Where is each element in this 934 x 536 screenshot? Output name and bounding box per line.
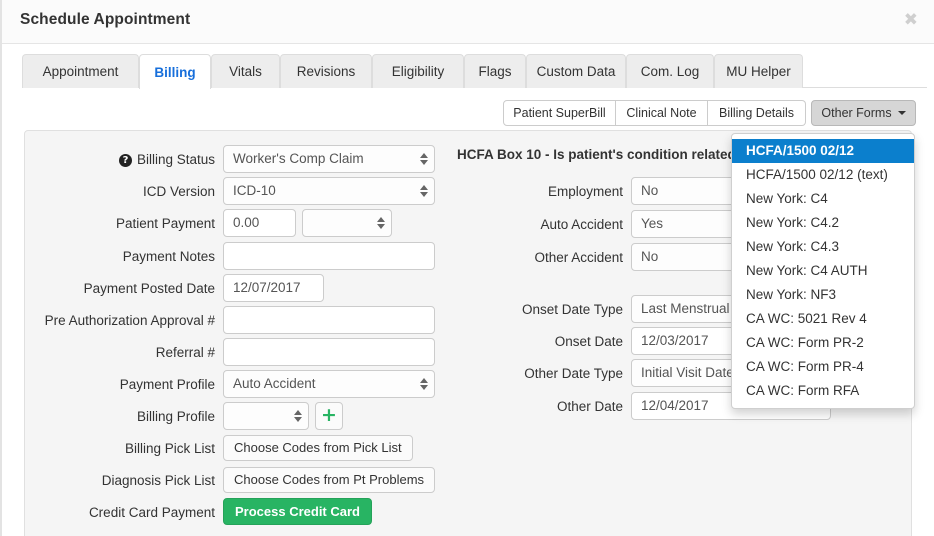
payment-posted-date-label: Payment Posted Date bbox=[83, 281, 215, 296]
dropdown-item-cawc-form-pr4[interactable]: CA WC: Form PR-4 bbox=[732, 355, 914, 379]
field-billing-status: ? Billing Status Worker's Comp Claim bbox=[25, 145, 455, 175]
form-action-buttons: Patient SuperBill Clinical Note Billing … bbox=[2, 100, 934, 126]
onset-date-label: Onset Date bbox=[554, 334, 623, 349]
other-forms-dropdown-button[interactable]: Other Forms bbox=[811, 100, 916, 126]
patient-payment-input[interactable]: 0.00 bbox=[223, 209, 296, 237]
tab-eligibility[interactable]: Eligibility bbox=[372, 54, 464, 88]
field-credit-card-payment: Credit Card Payment Process Credit Card bbox=[25, 498, 455, 528]
pre-auth-approval-label: Pre Authorization Approval # bbox=[44, 313, 215, 328]
icd-version-select[interactable]: ICD-10 bbox=[223, 177, 435, 205]
dropdown-item-ny-c4-3[interactable]: New York: C4.3 bbox=[732, 235, 914, 259]
field-pre-auth-approval: Pre Authorization Approval # bbox=[25, 306, 455, 336]
field-referral: Referral # bbox=[25, 338, 455, 368]
tab-bar: Appointment Billing Vitals Revisions Eli… bbox=[22, 54, 927, 89]
referral-input[interactable] bbox=[223, 338, 435, 366]
payment-profile-label: Payment Profile bbox=[119, 377, 215, 392]
billing-pick-list-label: Billing Pick List bbox=[124, 441, 215, 456]
billing-status-select[interactable]: Worker's Comp Claim bbox=[223, 145, 435, 173]
tab-revisions[interactable]: Revisions bbox=[280, 54, 372, 88]
field-billing-profile: Billing Profile + bbox=[25, 402, 455, 432]
select-arrows-icon bbox=[377, 216, 385, 230]
dropdown-item-ny-nf3[interactable]: New York: NF3 bbox=[732, 283, 914, 307]
diagnosis-pick-list-label: Diagnosis Pick List bbox=[101, 473, 215, 488]
dropdown-item-hcfa-1500[interactable]: HCFA/1500 02/12 bbox=[732, 139, 914, 163]
billing-status-label: Billing Status bbox=[136, 152, 215, 167]
auto-accident-label: Auto Accident bbox=[540, 217, 623, 232]
other-accident-value: No bbox=[641, 249, 659, 264]
select-arrows-icon bbox=[294, 409, 302, 423]
other-accident-label: Other Accident bbox=[534, 250, 623, 265]
tab-flags[interactable]: Flags bbox=[464, 54, 526, 88]
dropdown-item-ny-c4-auth[interactable]: New York: C4 AUTH bbox=[732, 259, 914, 283]
schedule-appointment-modal: Schedule Appointment ✖ Appointment Billi… bbox=[0, 0, 934, 536]
payment-profile-value: Auto Accident bbox=[233, 376, 316, 391]
pre-auth-approval-input[interactable] bbox=[223, 306, 435, 334]
dropdown-item-cawc-5021-rev4[interactable]: CA WC: 5021 Rev 4 bbox=[732, 307, 914, 331]
field-patient-payment: Patient Payment 0.00 bbox=[25, 209, 455, 239]
tab-com-log[interactable]: Com. Log bbox=[626, 54, 714, 88]
auto-accident-value: Yes bbox=[641, 216, 664, 231]
tab-mu-helper[interactable]: MU Helper bbox=[714, 54, 803, 88]
select-arrows-icon bbox=[420, 184, 428, 198]
field-payment-notes: Payment Notes bbox=[25, 242, 455, 272]
field-payment-posted-date: Payment Posted Date 12/07/2017 bbox=[25, 274, 455, 304]
icd-version-value: ICD-10 bbox=[233, 183, 276, 198]
patient-payment-label: Patient Payment bbox=[115, 216, 215, 231]
payment-profile-select[interactable]: Auto Accident bbox=[223, 370, 435, 398]
icd-version-label: ICD Version bbox=[142, 184, 215, 199]
field-payment-profile: Payment Profile Auto Accident bbox=[25, 370, 455, 400]
onset-date-type-label: Onset Date Type bbox=[521, 302, 623, 317]
choose-codes-pt-problems-button[interactable]: Choose Codes from Pt Problems bbox=[223, 467, 436, 493]
billing-profile-label: Billing Profile bbox=[136, 409, 215, 424]
dropdown-item-ny-c4-2[interactable]: New York: C4.2 bbox=[732, 211, 914, 235]
choose-codes-pick-list-button[interactable]: Choose Codes from Pick List bbox=[223, 435, 413, 461]
clinical-note-button[interactable]: Clinical Note bbox=[616, 100, 708, 126]
tab-vitals[interactable]: Vitals bbox=[211, 54, 280, 88]
credit-card-payment-label: Credit Card Payment bbox=[88, 505, 215, 520]
dropdown-item-cawc-form-rfa[interactable]: CA WC: Form RFA bbox=[732, 379, 914, 403]
field-icd-version: ICD Version ICD-10 bbox=[25, 177, 455, 207]
dropdown-item-cawc-form-pr2[interactable]: CA WC: Form PR-2 bbox=[732, 331, 914, 355]
other-date-type-value: Initial Visit Date bbox=[641, 365, 734, 380]
close-icon[interactable]: ✖ bbox=[900, 10, 922, 31]
select-arrows-icon bbox=[420, 152, 428, 166]
referral-label: Referral # bbox=[155, 345, 215, 360]
other-forms-label: Other Forms bbox=[821, 106, 892, 120]
other-forms-dropdown-menu[interactable]: HCFA/1500 02/12 HCFA/1500 02/12 (text) N… bbox=[731, 133, 915, 409]
patient-superbill-button[interactable]: Patient SuperBill bbox=[503, 100, 616, 126]
field-billing-pick-list: Billing Pick List Choose Codes from Pick… bbox=[25, 434, 455, 464]
add-billing-profile-button[interactable]: + bbox=[315, 402, 343, 430]
dropdown-item-ny-c4[interactable]: New York: C4 bbox=[732, 187, 914, 211]
other-date-type-label: Other Date Type bbox=[524, 366, 623, 381]
patient-payment-method-select[interactable] bbox=[302, 209, 392, 237]
employment-label: Employment bbox=[547, 184, 623, 199]
tab-custom-data[interactable]: Custom Data bbox=[526, 54, 626, 88]
billing-details-button[interactable]: Billing Details bbox=[708, 100, 806, 126]
tab-billing[interactable]: Billing bbox=[139, 54, 211, 89]
payment-notes-label: Payment Notes bbox=[122, 249, 215, 264]
billing-profile-select[interactable] bbox=[223, 402, 309, 430]
billing-status-value: Worker's Comp Claim bbox=[233, 151, 364, 166]
payment-posted-date-input[interactable]: 12/07/2017 bbox=[223, 274, 324, 302]
process-credit-card-button[interactable]: Process Credit Card bbox=[223, 498, 372, 525]
select-arrows-icon bbox=[420, 377, 428, 391]
tab-appointment[interactable]: Appointment bbox=[22, 54, 139, 88]
employment-value: No bbox=[641, 183, 659, 198]
field-diagnosis-pick-list: Diagnosis Pick List Choose Codes from Pt… bbox=[25, 466, 455, 496]
other-date-label: Other Date bbox=[556, 399, 623, 414]
modal-header: Schedule Appointment ✖ bbox=[2, 0, 934, 44]
dropdown-item-hcfa-1500-text[interactable]: HCFA/1500 02/12 (text) bbox=[732, 163, 914, 187]
payment-notes-input[interactable] bbox=[223, 242, 435, 270]
hcfa-box10-section-title: HCFA Box 10 - Is patient's condition rel… bbox=[457, 147, 757, 162]
chevron-down-icon bbox=[897, 111, 906, 115]
page-title: Schedule Appointment bbox=[20, 11, 191, 28]
